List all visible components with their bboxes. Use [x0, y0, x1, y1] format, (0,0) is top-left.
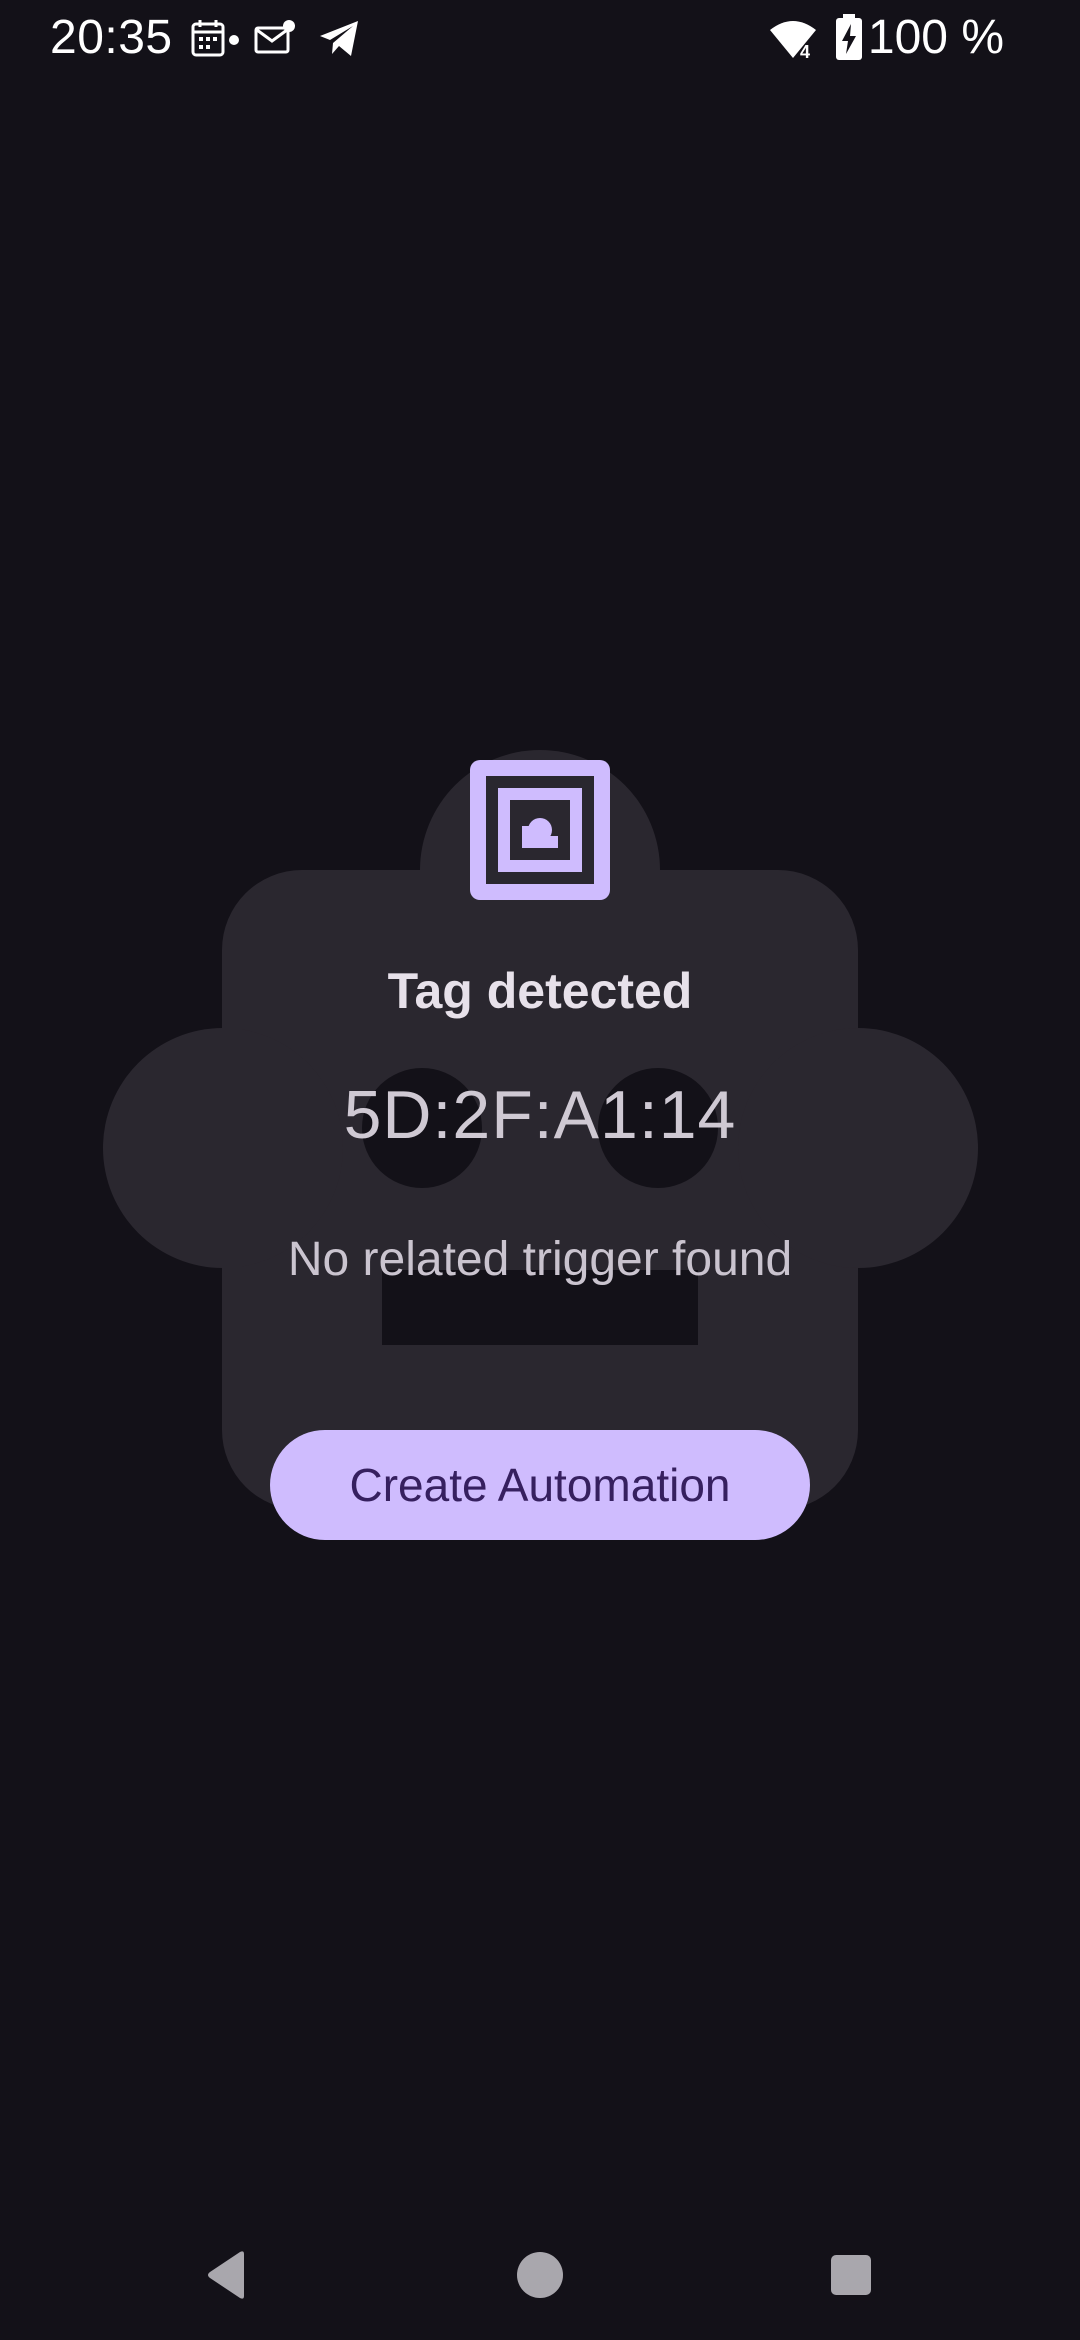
decorative-backdrop	[103, 750, 978, 1510]
dialog-title: Tag detected	[387, 963, 693, 1019]
back-button[interactable]	[182, 2230, 272, 2320]
recents-button[interactable]	[806, 2230, 896, 2320]
navigation-bar	[0, 2210, 1080, 2340]
recents-icon	[831, 2255, 871, 2295]
tag-id: 5D:2F:A1:14	[343, 1077, 737, 1153]
home-button[interactable]	[495, 2230, 585, 2320]
back-icon	[208, 2251, 244, 2299]
create-automation-button[interactable]: Create Automation	[270, 1430, 810, 1540]
nfc-icon	[470, 760, 610, 900]
status-message: No related trigger found	[287, 1233, 793, 1286]
home-icon	[517, 2252, 563, 2298]
